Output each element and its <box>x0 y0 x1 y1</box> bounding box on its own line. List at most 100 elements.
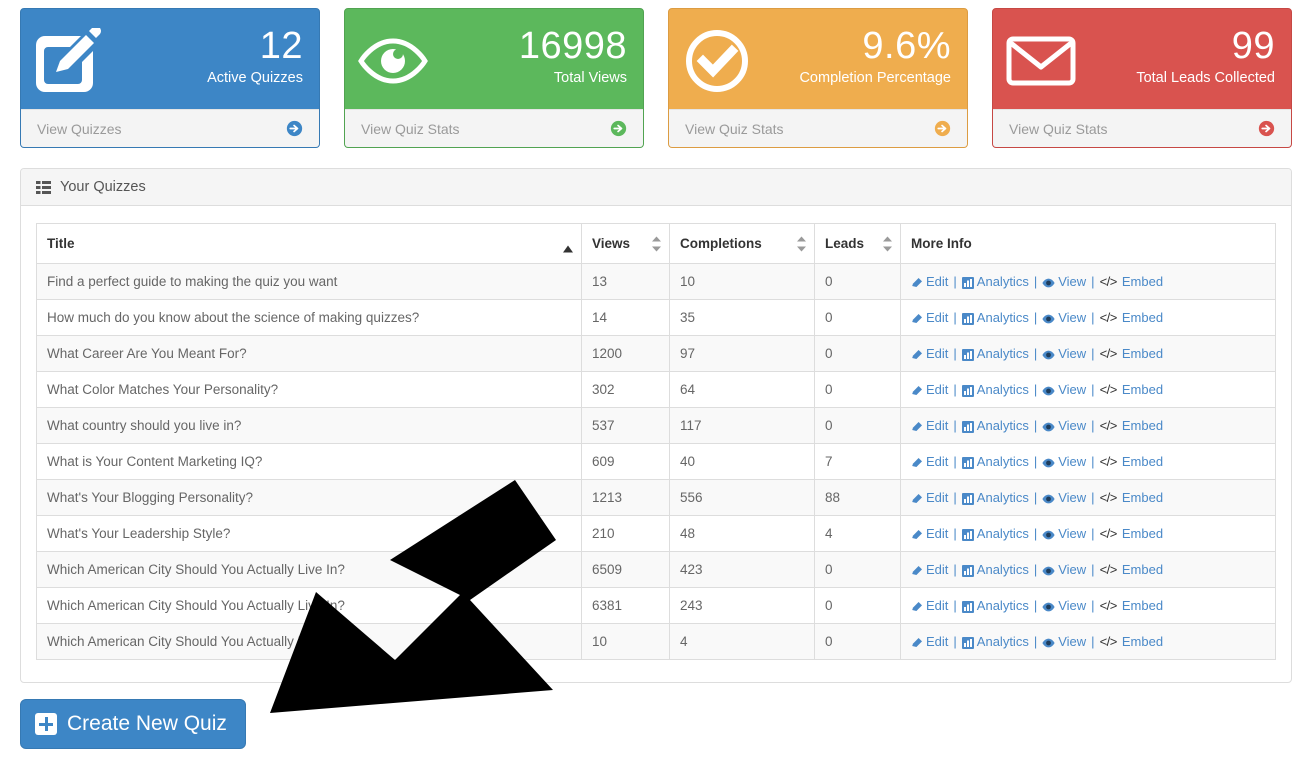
stat-card-value: 12 <box>259 25 303 67</box>
view-link[interactable]: View <box>1042 382 1086 397</box>
cell-views: 537 <box>581 407 670 444</box>
stat-card-footer-view-quiz-stats[interactable]: View Quiz Stats <box>345 109 643 147</box>
stat-card-body: 99 Total Leads Collected <box>993 9 1291 109</box>
cell-more-info: Edit | Analytics | View | </> Embed <box>900 479 1276 516</box>
stat-card-total-leads[interactable]: 99 Total Leads Collected View Quiz Stats <box>992 8 1292 148</box>
analytics-label: Analytics <box>976 526 1029 541</box>
column-header-views[interactable]: Views <box>581 223 670 264</box>
view-link[interactable]: View <box>1042 526 1086 541</box>
cell-leads: 0 <box>814 371 901 408</box>
view-link[interactable]: View <box>1042 490 1086 505</box>
view-link[interactable]: View <box>1042 562 1086 577</box>
stat-card-total-views[interactable]: 16998 Total Views View Quiz Stats <box>344 8 644 148</box>
view-link[interactable]: View <box>1042 418 1086 433</box>
cell-completions: 10 <box>669 263 815 300</box>
view-link[interactable]: View <box>1042 634 1086 649</box>
cell-title: What is Your Content Marketing IQ? <box>36 443 582 480</box>
embed-link[interactable]: </> Embed <box>1100 418 1164 433</box>
analytics-link[interactable]: Analytics <box>961 562 1029 577</box>
eye-icon <box>1042 490 1055 505</box>
edit-link[interactable]: Edit <box>911 274 948 289</box>
stat-card-active-quizzes[interactable]: 12 Active Quizzes View Quizzes <box>20 8 320 148</box>
column-header-title[interactable]: Title <box>36 223 582 264</box>
embed-link[interactable]: </> Embed <box>1100 382 1164 397</box>
cell-views: 302 <box>581 371 670 408</box>
analytics-link[interactable]: Analytics <box>961 598 1029 613</box>
create-new-quiz-button[interactable]: Create New Quiz <box>20 699 246 749</box>
embed-link[interactable]: </> Embed <box>1100 598 1164 613</box>
pencil-icon <box>911 310 923 325</box>
edit-label: Edit <box>926 274 949 289</box>
embed-link[interactable]: </> Embed <box>1100 454 1164 469</box>
column-header-label: Leads <box>825 236 865 251</box>
edit-link[interactable]: Edit <box>911 310 948 325</box>
stat-card-completion-percentage[interactable]: 9.6% Completion Percentage View Quiz Sta… <box>668 8 968 148</box>
pencil-icon <box>911 598 923 613</box>
edit-link[interactable]: Edit <box>911 490 948 505</box>
analytics-link[interactable]: Analytics <box>961 454 1029 469</box>
analytics-link[interactable]: Analytics <box>961 418 1029 433</box>
view-link[interactable]: View <box>1042 274 1086 289</box>
eye-icon <box>1042 526 1055 541</box>
stat-card-footer-view-quiz-stats[interactable]: View Quiz Stats <box>669 109 967 147</box>
embed-link[interactable]: </> Embed <box>1100 274 1164 289</box>
action-separator: | <box>953 418 957 433</box>
edit-link[interactable]: Edit <box>911 598 948 613</box>
analytics-label: Analytics <box>976 598 1029 613</box>
view-label: View <box>1058 274 1087 289</box>
embed-link[interactable]: </> Embed <box>1100 310 1164 325</box>
analytics-link[interactable]: Analytics <box>961 310 1029 325</box>
embed-link[interactable]: </> Embed <box>1100 634 1164 649</box>
cell-completions: 40 <box>669 443 815 480</box>
cell-completions: 97 <box>669 335 815 372</box>
analytics-link[interactable]: Analytics <box>961 526 1029 541</box>
edit-link[interactable]: Edit <box>911 526 948 541</box>
stat-card-footer-view-quiz-stats[interactable]: View Quiz Stats <box>993 109 1291 147</box>
edit-label: Edit <box>926 310 949 325</box>
code-icon: </> <box>1099 598 1118 613</box>
edit-link[interactable]: Edit <box>911 454 948 469</box>
stat-card-value: 99 <box>1231 25 1275 67</box>
embed-link[interactable]: </> Embed <box>1100 526 1164 541</box>
table-row: Which American City Should You Actually … <box>36 587 1276 624</box>
analytics-link[interactable]: Analytics <box>961 346 1029 361</box>
view-link[interactable]: View <box>1042 346 1086 361</box>
analytics-link[interactable]: Analytics <box>961 490 1029 505</box>
view-link[interactable]: View <box>1042 598 1086 613</box>
embed-link[interactable]: </> Embed <box>1100 346 1164 361</box>
view-link[interactable]: View <box>1042 454 1086 469</box>
bar-chart-icon <box>961 490 974 505</box>
cell-more-info: Edit | Analytics | View | </> Embed <box>900 263 1276 300</box>
edit-link[interactable]: Edit <box>911 418 948 433</box>
action-separator: | <box>1033 346 1038 361</box>
bar-chart-icon <box>961 634 974 649</box>
row-actions: Edit | Analytics | View | </> Embed <box>911 634 1265 649</box>
stat-card-footer-view-quizzes[interactable]: View Quizzes <box>21 109 319 147</box>
analytics-link[interactable]: Analytics <box>961 634 1029 649</box>
column-header-completions[interactable]: Completions <box>669 223 815 264</box>
analytics-link[interactable]: Analytics <box>961 382 1029 397</box>
analytics-link[interactable]: Analytics <box>961 274 1029 289</box>
view-link[interactable]: View <box>1042 310 1086 325</box>
edit-link[interactable]: Edit <box>911 562 948 577</box>
embed-link[interactable]: </> Embed <box>1100 490 1164 505</box>
action-separator: | <box>1091 346 1095 361</box>
edit-link[interactable]: Edit <box>911 634 948 649</box>
column-header-leads[interactable]: Leads <box>814 223 901 264</box>
embed-link[interactable]: </> Embed <box>1100 562 1164 577</box>
bar-chart-icon <box>961 274 974 289</box>
stat-card-figures: 9.6% Completion Percentage <box>799 21 951 87</box>
edit-link[interactable]: Edit <box>911 346 948 361</box>
analytics-label: Analytics <box>976 274 1029 289</box>
embed-label: Embed <box>1121 310 1164 325</box>
edit-link[interactable]: Edit <box>911 382 948 397</box>
stat-card-body: 12 Active Quizzes <box>21 9 319 109</box>
sort-both-icon <box>652 236 661 251</box>
cell-title: How much do you know about the science o… <box>36 299 582 336</box>
table-row: How much do you know about the science o… <box>36 299 1276 336</box>
edit-label: Edit <box>926 598 949 613</box>
table-row: What Color Matches Your Personality? 302 6… <box>36 371 1276 408</box>
embed-label: Embed <box>1121 490 1164 505</box>
action-separator: | <box>1091 526 1095 541</box>
stat-card-label: Total Leads Collected <box>1136 70 1275 86</box>
